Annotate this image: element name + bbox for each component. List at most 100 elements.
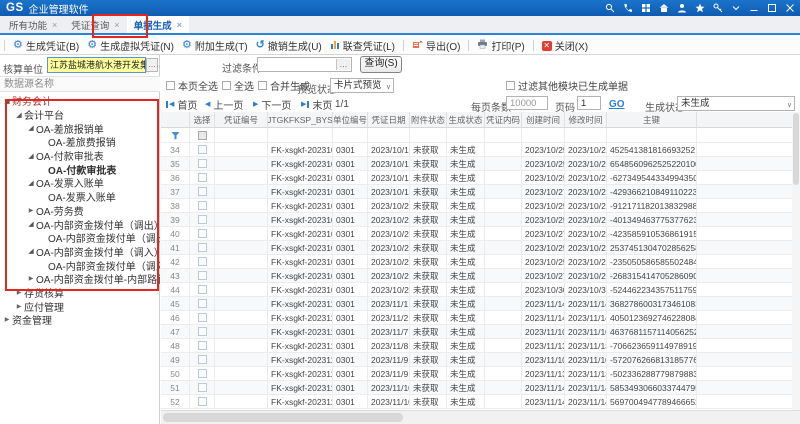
per-page-input[interactable]: 10000	[506, 96, 548, 110]
expand-icon[interactable]: ▶	[2, 316, 12, 323]
maximize-icon[interactable]	[767, 3, 777, 13]
chevron-down-icon[interactable]	[731, 3, 741, 13]
close-button[interactable]: ✕ 关闭(X)	[538, 38, 592, 53]
checkbox-icon[interactable]	[222, 81, 231, 90]
row-select-checkbox[interactable]	[198, 383, 207, 392]
tree-item[interactable]: ◢OA-内部资金拨付单（调入）	[0, 245, 160, 259]
vertical-scrollbar[interactable]	[792, 112, 800, 410]
table-row[interactable]: 52FK-xsgkf-20231116903012023/11/10未获取未生成…	[161, 395, 800, 409]
page-number-input[interactable]: 1	[577, 96, 601, 110]
table-row[interactable]: 47FK-xsgkf-20231111903012023/11/7未获取未生成2…	[161, 325, 800, 339]
minimize-icon[interactable]	[749, 3, 759, 13]
collapse-icon[interactable]: ◢	[14, 111, 24, 119]
table-row[interactable]: 35FK-xsgkf-20231005603012023/10/18未获取未生成…	[161, 157, 800, 171]
column-header[interactable]: 生成状态	[447, 112, 485, 128]
tree-item[interactable]: ▶资金管理	[0, 313, 160, 327]
tree-item[interactable]: ◢OA-内部资金拨付单（调出）	[0, 217, 160, 231]
column-header[interactable]: 凭证内码	[485, 112, 522, 128]
expand-icon[interactable]: ▶	[26, 275, 36, 282]
row-select-checkbox[interactable]	[198, 187, 207, 196]
tree-item[interactable]: ▶OA-内部资金拨付单-内部路径	[0, 272, 160, 286]
row-select-checkbox[interactable]	[198, 201, 207, 210]
tree-item[interactable]: ◢财务会计	[0, 94, 160, 108]
row-select-checkbox[interactable]	[198, 145, 207, 154]
accounting-unit-combo[interactable]: 江苏盐城港航水港开发集团有限公司	[47, 57, 146, 73]
column-header[interactable]: 选择	[190, 112, 215, 128]
row-select-checkbox[interactable]	[198, 341, 207, 350]
checkbox-icon[interactable]	[506, 81, 515, 90]
preview-status-select[interactable]: 卡片式预览 ∨	[330, 78, 394, 93]
scrollbar-thumb[interactable]	[163, 413, 403, 422]
key-icon[interactable]	[713, 3, 723, 13]
collapse-icon[interactable]: ◢	[2, 97, 12, 105]
collapse-icon[interactable]: ◢	[26, 152, 36, 160]
row-select-checkbox[interactable]	[198, 369, 207, 378]
tab-document-generate[interactable]: 单据生成 ×	[127, 16, 189, 33]
generate-virtual-voucher-button[interactable]: ⚙ 生成虚拟凭证(N)	[83, 38, 178, 53]
filter-cell[interactable]	[215, 128, 268, 143]
column-header[interactable]: 主键	[607, 112, 697, 128]
filter-cell[interactable]	[410, 128, 447, 143]
table-row[interactable]: 48FK-xsgkf-20231114603012023/11/8未获取未生成2…	[161, 339, 800, 353]
gen-status-select[interactable]: 未生成 ∨	[677, 96, 795, 111]
prev-page-button[interactable]: ◀ 上一页	[205, 97, 243, 111]
expand-icon[interactable]: ▶	[14, 289, 24, 296]
table-row[interactable]: 40FK-xsgkf-20231007103012023/10/23未获取未生成…	[161, 227, 800, 241]
tree-item[interactable]: ◢OA-发票入账单	[0, 176, 160, 190]
tree-item[interactable]: OA-发票入账单	[0, 190, 160, 204]
scrollbar-thumb[interactable]	[793, 113, 799, 185]
checkbox-icon[interactable]	[166, 81, 175, 90]
tree-item[interactable]: ◢OA-付款审批表	[0, 149, 160, 163]
table-row[interactable]: 49FK-xsgkf-20231115303012023/11/9未获取未生成2…	[161, 353, 800, 367]
first-page-button[interactable]: ◀ 首页	[166, 97, 197, 111]
select-all-rows-checkbox[interactable]	[198, 131, 207, 140]
filter-cell[interactable]	[447, 128, 485, 143]
tree-item[interactable]: ◢会计平台	[0, 108, 160, 122]
export-button[interactable]: 导出(O)	[408, 38, 464, 53]
table-row[interactable]: 43FK-xsgkf-20231007503012023/10/24未获取未生成…	[161, 269, 800, 283]
expand-icon[interactable]: ▶	[26, 207, 36, 214]
tree-item[interactable]: OA-付款审批表	[0, 162, 160, 176]
home-icon[interactable]	[659, 3, 669, 13]
table-row[interactable]: 42FK-xsgkf-20231007403012023/10/23未获取未生成…	[161, 255, 800, 269]
print-button[interactable]: 打印(P)	[473, 38, 528, 53]
row-select-checkbox[interactable]	[198, 215, 207, 224]
tree-item[interactable]: OA-内部资金拨付单（调出单位凭证）	[0, 231, 160, 245]
table-row[interactable]: 44FK-xsgkf-20231009303012023/10/27未获取未生成…	[161, 283, 800, 297]
table-row[interactable]: 51FK-xsgkf-20231117003012023/11/10未获取未生成…	[161, 381, 800, 395]
phone-icon[interactable]	[623, 3, 633, 13]
filter-ellipsis-button[interactable]: …	[336, 59, 350, 70]
row-select-checkbox[interactable]	[198, 285, 207, 294]
tree-item[interactable]: ▶存货核算	[0, 286, 160, 300]
horizontal-scrollbar[interactable]	[161, 410, 800, 424]
filter-cell[interactable]	[368, 128, 410, 143]
filter-cell[interactable]	[697, 128, 800, 143]
unit-browse-button[interactable]: …	[146, 58, 158, 72]
filter-generated-checkbox[interactable]: 过滤其他模块已生成单据	[506, 79, 628, 91]
tree-item[interactable]: OA-内部资金拨付单（调入单位凭证）	[0, 258, 160, 272]
row-select-checkbox[interactable]	[198, 229, 207, 238]
filter-cell[interactable]	[607, 128, 697, 143]
collapse-icon[interactable]: ◢	[26, 220, 36, 228]
checkbox-icon[interactable]	[258, 81, 267, 90]
row-select-checkbox[interactable]	[198, 173, 207, 182]
collapse-icon[interactable]: ◢	[26, 124, 36, 132]
row-select-checkbox[interactable]	[198, 355, 207, 364]
row-select-checkbox[interactable]	[198, 257, 207, 266]
table-row[interactable]: 41FK-xsgkf-20231007303012023/10/23未获取未生成…	[161, 241, 800, 255]
row-select-checkbox[interactable]	[198, 397, 207, 406]
filter-cell[interactable]	[485, 128, 522, 143]
generate-voucher-button[interactable]: ⚙ 生成凭证(B)	[9, 38, 83, 53]
user-icon[interactable]	[677, 3, 687, 13]
table-row[interactable]: 37FK-xsgkf-20231006803012023/10/19未获取未生成…	[161, 185, 800, 199]
table-row[interactable]: 34FK-xsgkf-20231006203012023/10/18未获取未生成…	[161, 143, 800, 157]
query-button[interactable]: 查询(S)	[360, 56, 402, 73]
column-header[interactable]: JTGKFKSP_BYS	[268, 112, 333, 128]
tree-item[interactable]: ▶OA-劳务费	[0, 204, 160, 218]
apps-grid-icon[interactable]	[641, 3, 651, 13]
column-header[interactable]: 凭证编号	[215, 112, 268, 128]
star-icon[interactable]	[695, 3, 705, 13]
tab-close-icon[interactable]: ×	[52, 20, 57, 30]
table-row[interactable]: 36FK-xsgkf-20231006703012023/10/19未获取未生成…	[161, 171, 800, 185]
linked-query-voucher-button[interactable]: 联查凭证(L)	[326, 38, 399, 53]
